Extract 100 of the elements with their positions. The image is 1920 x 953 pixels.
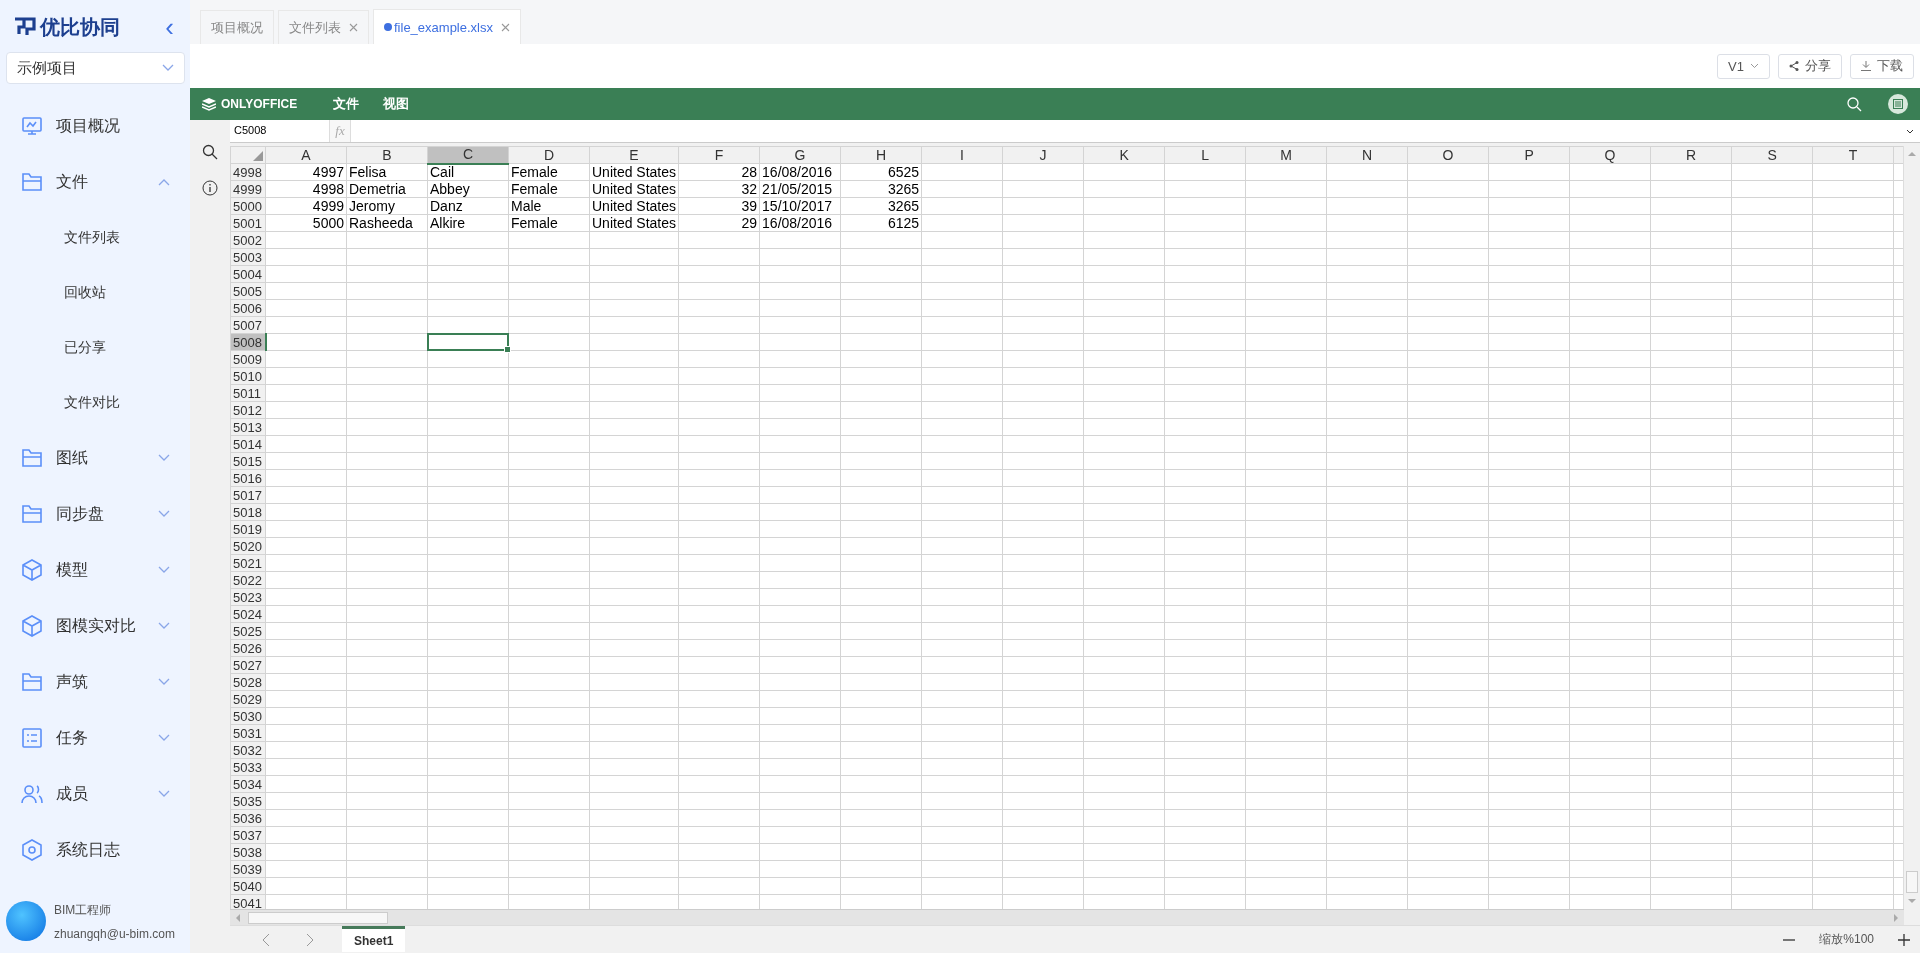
column-header[interactable]: C bbox=[427, 146, 509, 164]
table-cell: Female bbox=[511, 180, 558, 197]
table-cell: 28 bbox=[741, 163, 758, 180]
nav-item[interactable]: 成员 bbox=[0, 766, 190, 822]
column-header[interactable]: K bbox=[1083, 146, 1165, 164]
chevron-icon bbox=[158, 510, 170, 518]
vertical-scrollbar[interactable] bbox=[1903, 146, 1920, 909]
table-cell: Abbey bbox=[430, 180, 470, 197]
info-icon[interactable] bbox=[202, 180, 218, 196]
table-cell: 6125 bbox=[887, 214, 920, 231]
nav-item[interactable]: 任务 bbox=[0, 710, 190, 766]
chevron-icon[interactable] bbox=[1906, 128, 1914, 134]
column-header[interactable]: P bbox=[1488, 146, 1570, 164]
column-header[interactable]: M bbox=[1245, 146, 1327, 164]
horizontal-scrollbar[interactable] bbox=[230, 909, 1904, 925]
nav-icon bbox=[20, 726, 44, 750]
table-cell: Rasheeda bbox=[349, 214, 413, 231]
table-cell: Alkire bbox=[430, 214, 465, 231]
table-cell: 39 bbox=[741, 197, 758, 214]
column-header[interactable]: R bbox=[1650, 146, 1732, 164]
zoom-in-button[interactable] bbox=[1898, 933, 1910, 946]
logo-text: 优比协同 bbox=[40, 14, 120, 40]
column-header[interactable]: A bbox=[265, 146, 347, 164]
project-name: 示例项目 bbox=[17, 58, 77, 78]
column-header[interactable]: T bbox=[1812, 146, 1894, 164]
table-cell: Cail bbox=[430, 163, 455, 180]
selected-cell[interactable] bbox=[427, 333, 509, 351]
nav-icon bbox=[20, 446, 44, 470]
select-all-corner[interactable] bbox=[230, 146, 266, 164]
table-cell: 4999 bbox=[312, 197, 344, 214]
logo-icon bbox=[14, 17, 36, 37]
column-header[interactable]: J bbox=[1002, 146, 1084, 164]
nav-item[interactable]: 文件 bbox=[0, 154, 190, 210]
chevron-icon bbox=[158, 734, 170, 742]
column-header[interactable]: L bbox=[1164, 146, 1246, 164]
document-tab[interactable]: file_example.xlsx bbox=[373, 9, 521, 44]
user-avatar[interactable] bbox=[1888, 94, 1908, 114]
download-button[interactable]: 下载 bbox=[1850, 53, 1914, 79]
nav-icon bbox=[20, 558, 44, 582]
menu-item[interactable]: 视图 bbox=[383, 95, 410, 113]
table-cell: Danz bbox=[430, 197, 463, 214]
nav-item[interactable]: 模型 bbox=[0, 542, 190, 598]
scrollbar-thumb[interactable] bbox=[248, 911, 388, 924]
table-cell: Female bbox=[511, 163, 558, 180]
table-cell: Male bbox=[511, 197, 542, 214]
nav-item[interactable]: 声筑 bbox=[0, 654, 190, 710]
nav-icon bbox=[20, 114, 44, 138]
table-cell: 4997 bbox=[312, 163, 344, 180]
nav-item[interactable]: 系统日志 bbox=[0, 822, 190, 878]
table-cell: United States bbox=[592, 197, 677, 214]
menu-item[interactable]: 文件 bbox=[333, 95, 360, 113]
column-header[interactable]: D bbox=[508, 146, 590, 164]
chevron-icon bbox=[158, 566, 170, 574]
share-button[interactable]: 分享 bbox=[1778, 53, 1842, 79]
brand-name: ONLYOFFICE bbox=[221, 97, 298, 111]
table-cell: United States bbox=[592, 180, 677, 197]
nav-icon bbox=[20, 782, 44, 806]
column-header[interactable]: Q bbox=[1569, 146, 1651, 164]
nav-icon bbox=[20, 614, 44, 638]
column-header[interactable]: H bbox=[840, 146, 922, 164]
zoom-level: 缩放%100 bbox=[1819, 931, 1874, 948]
nav-subitem[interactable]: 已分享 bbox=[0, 320, 190, 375]
column-header[interactable]: I bbox=[921, 146, 1003, 164]
table-cell: Demetria bbox=[349, 180, 406, 197]
project-select[interactable]: 示例项目 bbox=[6, 52, 185, 84]
column-header[interactable]: G bbox=[759, 146, 841, 164]
close-icon[interactable] bbox=[349, 23, 358, 32]
chevron-icon bbox=[158, 678, 170, 686]
share-icon bbox=[1789, 61, 1799, 71]
collapse-button[interactable]: ‹ bbox=[165, 17, 174, 37]
nav-item[interactable]: 图模实对比 bbox=[0, 598, 190, 654]
nav-item[interactable]: 同步盘 bbox=[0, 486, 190, 542]
nav-item[interactable]: 项目概况 bbox=[0, 98, 190, 154]
column-header[interactable]: F bbox=[678, 146, 760, 164]
table-cell: 5000 bbox=[312, 214, 344, 231]
column-header[interactable]: O bbox=[1407, 146, 1489, 164]
table-cell: 4998 bbox=[312, 180, 344, 197]
table-cell: 16/08/2016 bbox=[762, 214, 833, 231]
search-icon[interactable] bbox=[1847, 96, 1862, 112]
table-cell: 16/08/2016 bbox=[762, 163, 833, 180]
nav-subitem[interactable]: 文件对比 bbox=[0, 375, 190, 430]
column-header[interactable]: S bbox=[1731, 146, 1813, 164]
user-role: BIM工程师 bbox=[54, 901, 113, 919]
sheet-tab[interactable]: Sheet1 bbox=[342, 926, 406, 952]
column-header[interactable]: N bbox=[1326, 146, 1408, 164]
nav-icon bbox=[20, 502, 44, 526]
column-header[interactable]: E bbox=[589, 146, 679, 164]
search-icon[interactable] bbox=[202, 144, 218, 160]
nav-item[interactable]: 图纸 bbox=[0, 430, 190, 486]
column-header[interactable]: B bbox=[346, 146, 428, 164]
version-dropdown[interactable]: V1 bbox=[1717, 53, 1770, 79]
table-cell: 6525 bbox=[887, 163, 920, 180]
nav-subitem[interactable]: 文件列表 bbox=[0, 210, 190, 265]
document-tab[interactable]: 项目概况 bbox=[200, 10, 274, 44]
table-cell: 32 bbox=[741, 180, 758, 197]
chevron-icon bbox=[158, 454, 170, 462]
chevron-icon bbox=[162, 64, 174, 72]
close-icon[interactable] bbox=[501, 22, 510, 32]
nav-subitem[interactable]: 回收站 bbox=[0, 265, 190, 320]
scrollbar-thumb[interactable] bbox=[1906, 871, 1918, 893]
